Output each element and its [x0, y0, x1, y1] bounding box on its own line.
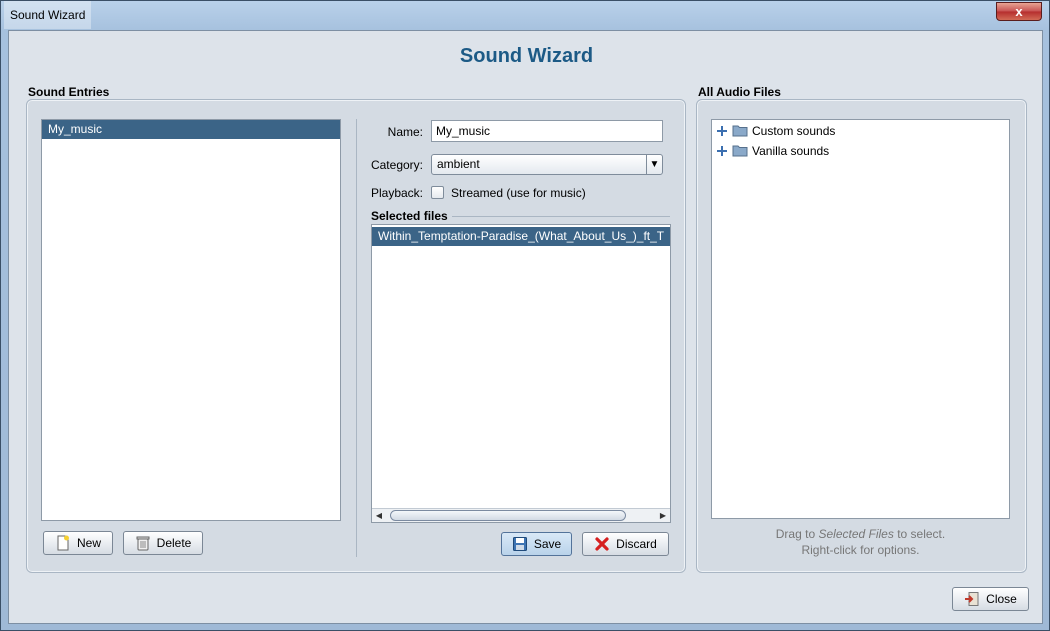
all-audio-files-label: All Audio Files	[698, 85, 781, 99]
playback-label: Playback:	[370, 186, 423, 200]
tree-node-custom-sounds[interactable]: Custom sounds	[716, 122, 835, 140]
scroll-thumb[interactable]	[390, 510, 626, 521]
scroll-right-icon[interactable]: ▶	[656, 509, 670, 522]
category-value: ambient	[437, 157, 480, 171]
right-click-hint: Right-click for options.	[801, 543, 920, 557]
list-item[interactable]: My_music	[42, 120, 340, 139]
selected-files-list[interactable]: Within_Temptation-Paradise_(What_About_U…	[371, 224, 671, 523]
close-button[interactable]: Close	[952, 587, 1029, 611]
tree-node-label: Vanilla sounds	[752, 144, 830, 158]
dialog-body: Sound Wizard Sound Entries My_music New …	[8, 30, 1043, 624]
new-button-label: New	[76, 536, 101, 550]
name-label: Name:	[387, 125, 423, 139]
red-x-icon	[594, 536, 610, 552]
discard-button[interactable]: Discard	[582, 532, 669, 556]
delete-button-label: Delete	[156, 536, 192, 550]
streamed-label[interactable]: Streamed (use for music)	[451, 186, 586, 200]
streamed-checkbox[interactable]	[431, 186, 444, 199]
sound-entries-list[interactable]: My_music	[41, 119, 341, 521]
save-icon	[512, 536, 528, 552]
new-file-icon	[55, 535, 71, 551]
save-button-label: Save	[533, 537, 562, 551]
exit-icon	[964, 591, 980, 607]
discard-button-label: Discard	[616, 537, 657, 551]
new-button[interactable]: New	[43, 531, 113, 555]
folder-icon	[732, 143, 748, 159]
horizontal-scrollbar[interactable]: ◀ ▶	[372, 508, 670, 522]
sound-wizard-window: Sound Wizard x Sound Wizard Sound Entrie…	[0, 0, 1050, 631]
selected-files-label: Selected files	[371, 209, 448, 223]
title-bar[interactable]: Sound Wizard x	[1, 1, 1049, 30]
category-label: Category:	[370, 158, 423, 172]
scroll-left-icon[interactable]: ◀	[372, 509, 386, 522]
window-close-button[interactable]: x	[996, 2, 1042, 21]
close-button-label: Close	[986, 592, 1017, 606]
delete-button[interactable]: Delete	[123, 531, 203, 555]
drag-hint: Drag to Selected Files to select.	[711, 527, 1010, 541]
sound-entries-label: Sound Entries	[28, 85, 110, 99]
name-field[interactable]: My_music	[431, 120, 663, 142]
tree-node-vanilla-sounds[interactable]: Vanilla sounds	[716, 142, 829, 160]
expand-icon[interactable]	[716, 125, 728, 137]
list-item[interactable]: Within_Temptation-Paradise_(What_About_U…	[372, 227, 670, 246]
chevron-down-icon[interactable]: ▼	[646, 155, 662, 174]
selected-files-rule	[452, 216, 670, 217]
folder-icon	[732, 123, 748, 139]
audio-files-tree[interactable]: Custom sounds Vanilla sounds	[711, 119, 1010, 519]
hint-prefix: Drag to	[775, 527, 816, 541]
hint-suffix: to select.	[897, 527, 946, 541]
category-select[interactable]: ambient ▼	[431, 154, 663, 175]
tree-node-label: Custom sounds	[752, 124, 836, 138]
hint-emphasis: Selected Files	[818, 527, 894, 541]
expand-icon[interactable]	[716, 145, 728, 157]
window-title: Sound Wizard	[4, 1, 92, 29]
divider	[356, 119, 357, 557]
save-button[interactable]: Save	[501, 532, 572, 556]
page-title: Sound Wizard	[459, 45, 594, 67]
trash-icon	[135, 535, 151, 551]
